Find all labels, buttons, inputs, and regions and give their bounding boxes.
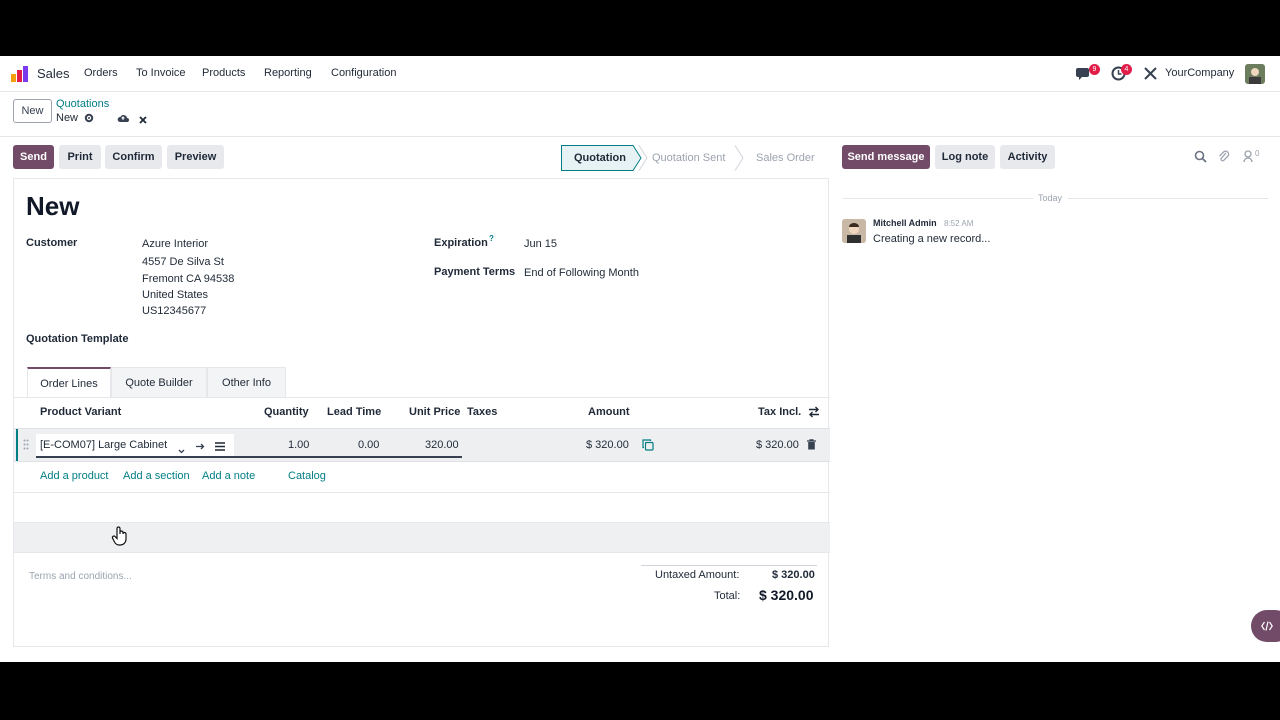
customer-vat: US12345677 xyxy=(142,305,207,317)
customer-country: United States xyxy=(142,289,209,301)
customer-name[interactable]: Azure Interior xyxy=(142,238,208,250)
customer-city: Fremont CA 94538 xyxy=(142,273,235,285)
total-value: $ 320.00 xyxy=(759,587,814,603)
follower-icon[interactable] xyxy=(1243,150,1253,166)
col-product-variant[interactable]: Product Variant xyxy=(40,406,121,418)
col-tax-incl[interactable]: Tax Incl. xyxy=(758,406,801,418)
sales-app-icon[interactable] xyxy=(11,66,29,85)
tabs-divider xyxy=(14,397,830,398)
quotation-template-label: Quotation Template xyxy=(26,333,129,345)
add-note-link[interactable]: Add a note xyxy=(202,470,255,482)
untaxed-amount-value: $ 320.00 xyxy=(772,569,815,581)
user-avatar[interactable] xyxy=(1245,64,1265,84)
code-view-button[interactable] xyxy=(1251,610,1280,642)
add-product-link[interactable]: Add a product xyxy=(40,470,109,482)
gear-icon[interactable] xyxy=(84,112,94,126)
preview-button[interactable]: Preview xyxy=(167,145,224,169)
chat-date-line-left xyxy=(843,198,1033,199)
col-amount[interactable]: Amount xyxy=(588,406,630,418)
message-time: 8:52 AM xyxy=(944,219,974,228)
control-separator xyxy=(0,136,1280,137)
tab-order-lines[interactable]: Order Lines xyxy=(27,367,111,398)
tab-quote-builder[interactable]: Quote Builder xyxy=(111,367,207,398)
totals-divider xyxy=(641,565,817,566)
catalog-link[interactable]: Catalog xyxy=(288,470,326,482)
payment-terms-label: Payment Terms xyxy=(434,266,516,278)
chat-date-line-right xyxy=(1068,198,1268,199)
col-unit-price[interactable]: Unit Price xyxy=(409,406,460,418)
tab-other-info[interactable]: Other Info xyxy=(207,367,286,398)
menu-to-invoice[interactable]: To Invoice xyxy=(136,67,186,79)
app-name[interactable]: Sales xyxy=(37,66,70,81)
top-navbar: Sales Orders To Invoice Products Reporti… xyxy=(0,56,1280,92)
product-input-value: [E-COM07] Large Cabinet xyxy=(40,439,168,451)
cell-tax-incl: $ 320.00 xyxy=(756,439,799,451)
copy-icon[interactable] xyxy=(642,439,654,454)
expiration-help-icon[interactable]: ? xyxy=(489,234,494,243)
col-quantity[interactable]: Quantity xyxy=(264,406,309,418)
product-input-underline xyxy=(36,456,462,458)
product-input[interactable]: [E-COM07] Large Cabinet xyxy=(36,434,234,456)
new-button[interactable]: New xyxy=(13,99,52,123)
row-focus-indicator xyxy=(16,429,18,461)
tools-icon[interactable] xyxy=(1144,67,1157,83)
message-body: Creating a new record... xyxy=(873,233,991,245)
optional-columns-icon[interactable] xyxy=(808,406,820,421)
stage-quotation[interactable]: Quotation xyxy=(574,145,626,171)
print-button[interactable]: Print xyxy=(59,145,101,169)
col-lead-time[interactable]: Lead Time xyxy=(327,406,381,418)
company-switcher[interactable]: YourCompany xyxy=(1165,67,1234,79)
send-message-button[interactable]: Send message xyxy=(842,145,930,169)
table-row[interactable]: [E-COM07] Large Cabinet 1.00 0.00 320.00… xyxy=(14,428,830,462)
activity-button[interactable]: Activity xyxy=(1000,145,1055,169)
stage-sales-order[interactable]: Sales Order xyxy=(756,145,815,171)
form-sheet: New Customer Azure Interior 4557 De Silv… xyxy=(13,178,830,647)
menu-reporting[interactable]: Reporting xyxy=(264,67,312,79)
menu-orders[interactable]: Orders xyxy=(84,67,118,79)
total-label: Total: xyxy=(714,590,741,602)
hand-cursor-icon xyxy=(111,526,129,549)
messages-badge: 9 xyxy=(1089,64,1100,75)
send-button[interactable]: Send xyxy=(13,145,54,169)
table-divider xyxy=(14,492,830,493)
search-icon[interactable] xyxy=(1194,150,1207,166)
log-note-button[interactable]: Log note xyxy=(935,145,995,169)
list-menu-icon[interactable] xyxy=(215,440,225,454)
internal-link-arrow-icon[interactable] xyxy=(196,440,205,454)
cell-lead-time[interactable]: 0.00 xyxy=(358,439,379,451)
cell-unit-price[interactable]: 320.00 xyxy=(425,439,459,451)
expiration-value[interactable]: Jun 15 xyxy=(524,238,557,250)
activities-badge: 4 xyxy=(1121,64,1132,75)
record-title: New xyxy=(26,191,80,221)
message-author[interactable]: Mitchell Admin xyxy=(873,218,937,228)
terms-conditions-input[interactable]: Terms and conditions... xyxy=(29,571,132,582)
followers-count: 0 xyxy=(1255,149,1260,158)
stage-quotation-sent[interactable]: Quotation Sent xyxy=(652,145,725,171)
customer-street: 4557 De Silva St xyxy=(142,256,224,268)
menu-products[interactable]: Products xyxy=(202,67,245,79)
table-footer-band xyxy=(14,522,830,553)
cell-quantity[interactable]: 1.00 xyxy=(288,439,309,451)
drag-handle-icon[interactable] xyxy=(23,439,29,453)
save-cloud-icon[interactable] xyxy=(117,112,129,126)
confirm-button[interactable]: Confirm xyxy=(105,145,162,169)
chevron-down-icon[interactable] xyxy=(178,443,185,457)
chat-date-separator: Today xyxy=(1038,193,1063,203)
breadcrumb-quotations[interactable]: Quotations xyxy=(56,98,109,110)
trash-icon[interactable] xyxy=(807,439,816,453)
paperclip-icon[interactable] xyxy=(1218,150,1230,167)
customer-label: Customer xyxy=(26,237,78,249)
add-section-link[interactable]: Add a section xyxy=(123,470,190,482)
discard-icon[interactable] xyxy=(139,113,147,127)
author-avatar[interactable] xyxy=(842,219,866,243)
screen: Sales Orders To Invoice Products Reporti… xyxy=(0,56,1280,662)
expiration-label: Expiration xyxy=(434,237,488,249)
col-taxes[interactable]: Taxes xyxy=(467,406,497,418)
untaxed-amount-label: Untaxed Amount: xyxy=(655,569,740,581)
breadcrumb-current: New xyxy=(56,112,79,124)
cell-amount: $ 320.00 xyxy=(586,439,629,451)
menu-configuration[interactable]: Configuration xyxy=(331,67,396,79)
payment-terms-value[interactable]: End of Following Month xyxy=(524,267,639,279)
